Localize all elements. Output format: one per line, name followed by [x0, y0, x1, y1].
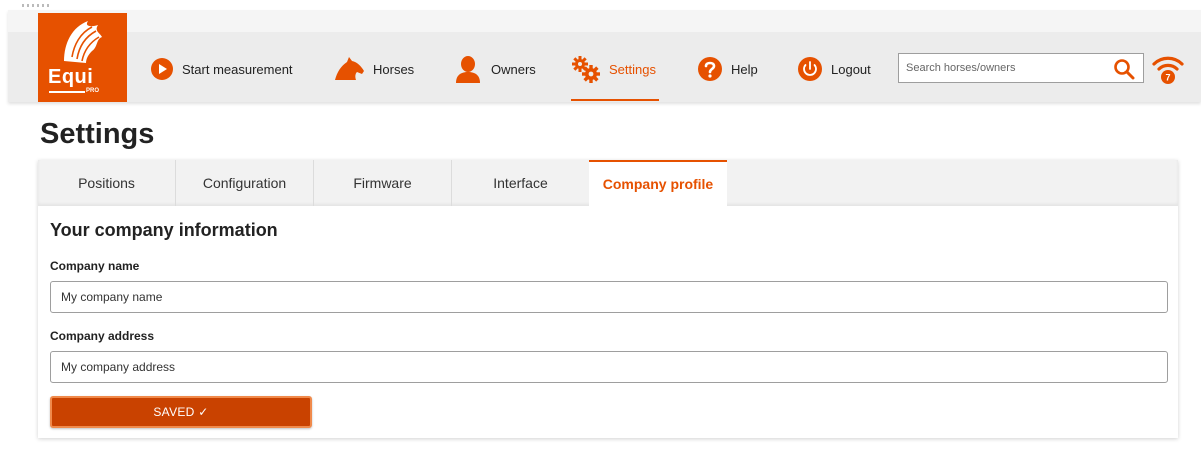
active-nav-indicator — [571, 99, 659, 101]
nav-owners[interactable]: Owners — [453, 52, 536, 86]
horse-head-icon — [335, 57, 364, 80]
top-strip — [0, 0, 1201, 10]
settings-panel: Positions Configuration Firmware Interfa… — [38, 160, 1178, 438]
nav-start-measurement[interactable]: Start measurement — [150, 52, 293, 86]
app-logo[interactable]: Equi PRO — [38, 13, 127, 102]
nav-label: Settings — [609, 61, 656, 77]
company-name-field[interactable] — [50, 281, 1168, 313]
nav-label: Help — [731, 61, 758, 77]
search-icon[interactable] — [1113, 58, 1135, 80]
company-name-label: Company name — [50, 259, 140, 273]
search-input[interactable] — [899, 54, 1099, 82]
play-circle-icon — [151, 58, 173, 80]
tab-firmware[interactable]: Firmware — [314, 160, 452, 206]
power-icon — [798, 57, 822, 81]
brand-name: Equi — [48, 66, 94, 88]
search-box — [898, 53, 1144, 83]
nav-label: Owners — [491, 61, 536, 77]
section-title: Your company information — [50, 220, 278, 240]
nav-logout[interactable]: Logout — [797, 52, 871, 86]
brand-sub: PRO — [86, 88, 100, 94]
brand-underline — [49, 91, 85, 93]
nav-horses[interactable]: Horses — [333, 52, 414, 86]
nav-label: Start measurement — [182, 61, 293, 77]
wifi-badge: 7 — [1165, 73, 1170, 83]
nav-settings[interactable]: Settings — [571, 52, 656, 86]
company-address-label: Company address — [50, 329, 155, 343]
wifi-status[interactable]: 7 — [1151, 52, 1185, 91]
question-icon — [698, 57, 722, 81]
nav-label: Logout — [831, 61, 871, 77]
horse-mane-logo-icon — [64, 21, 102, 63]
save-button[interactable]: SAVED ✓ — [50, 396, 312, 428]
person-icon — [456, 56, 480, 83]
wifi-icon: 7 — [1152, 56, 1184, 84]
page-title: Settings — [40, 118, 155, 150]
tab-company-profile[interactable]: Company profile — [589, 160, 727, 206]
nav-label: Horses — [373, 61, 415, 77]
tab-configuration[interactable]: Configuration — [176, 160, 314, 206]
tab-interface[interactable]: Interface — [452, 160, 590, 206]
company-address-field[interactable] — [50, 351, 1168, 383]
tab-positions[interactable]: Positions — [38, 160, 176, 206]
gears-icon — [572, 56, 600, 83]
nav-help[interactable]: Help — [697, 52, 758, 86]
settings-tabs: Positions Configuration Firmware Interfa… — [38, 160, 1178, 206]
